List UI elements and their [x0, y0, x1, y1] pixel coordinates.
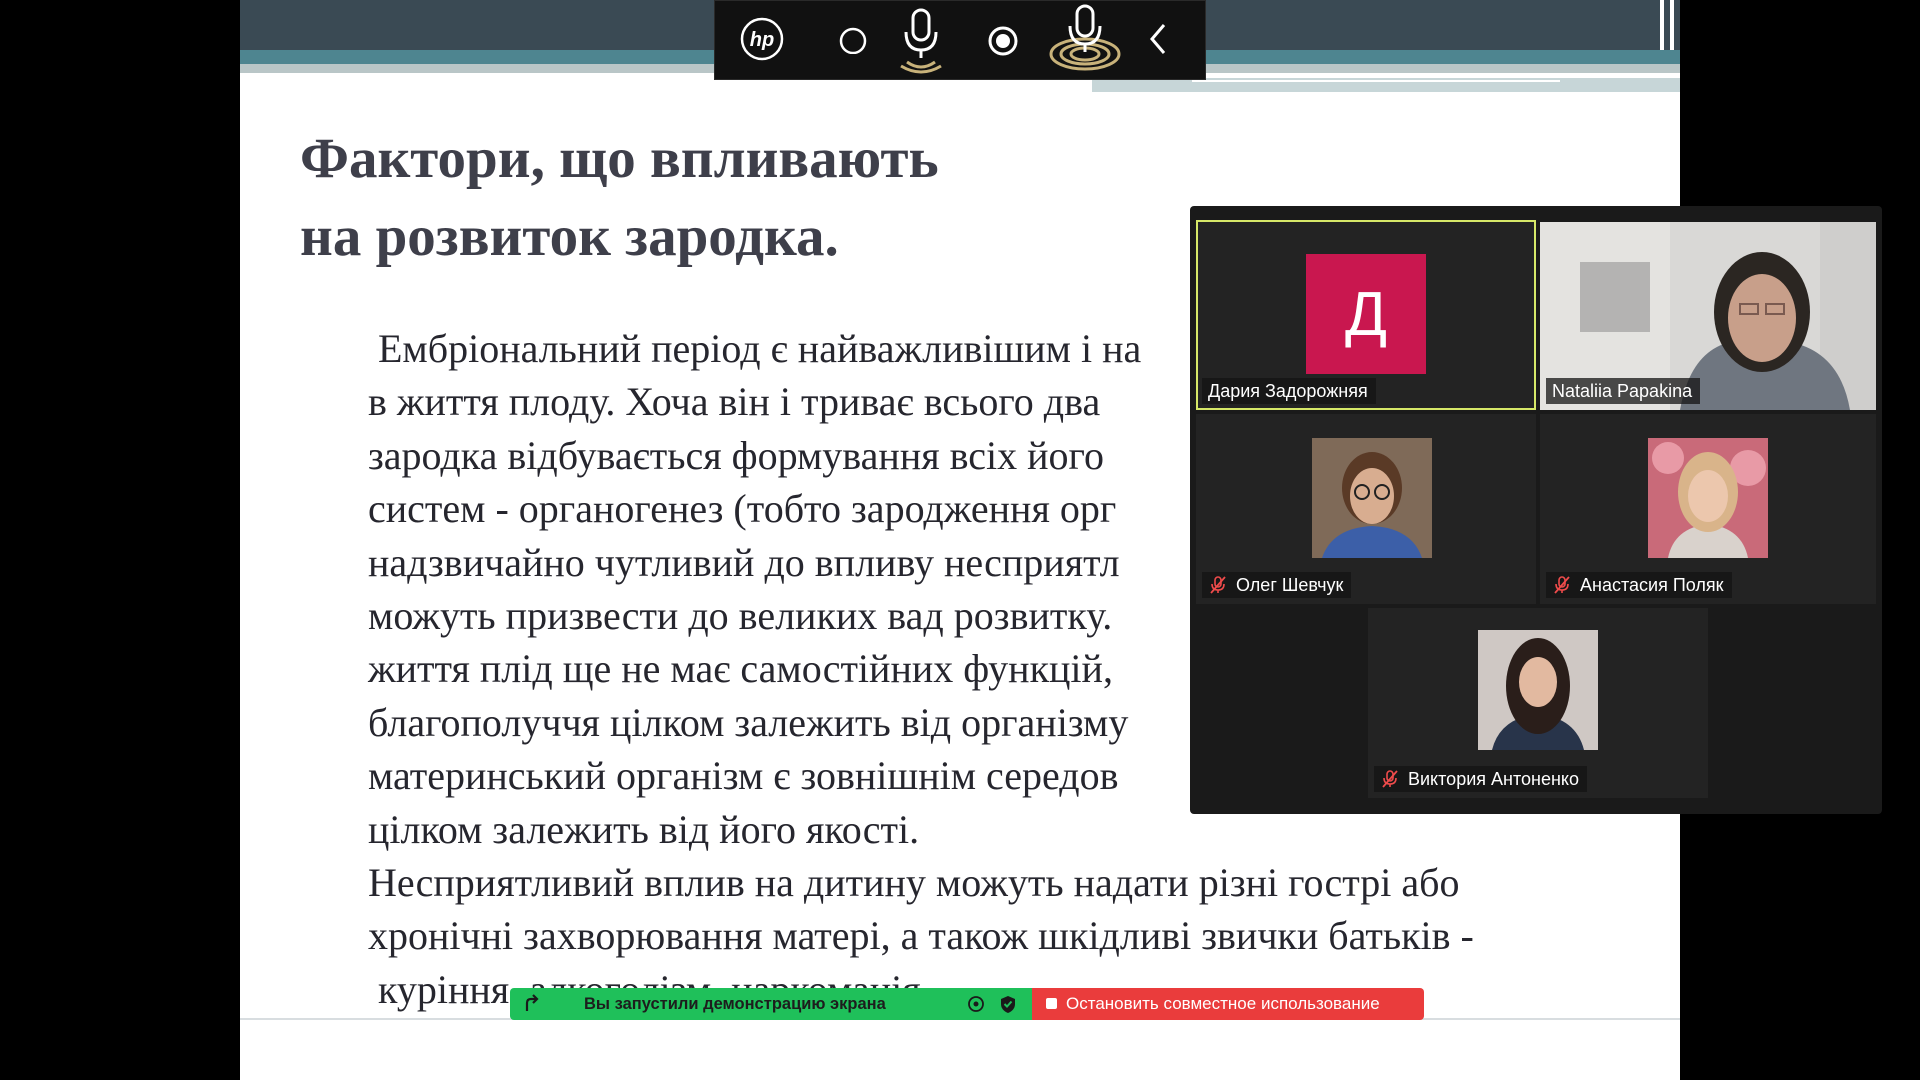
chevron-left-icon[interactable]	[1139, 1, 1179, 77]
participant-tile[interactable]: Д Дария Задорожняя	[1196, 220, 1536, 410]
participant-photo	[1312, 438, 1432, 558]
video-gallery[interactable]: Д Дария Задорожняя Nataliia Papakina Оле…	[1190, 206, 1882, 814]
connection-status-icon[interactable]	[966, 994, 986, 1014]
hp-logo-icon[interactable]: hp	[737, 1, 787, 77]
stop-icon	[1046, 998, 1057, 1009]
muted-microphone-icon	[1554, 576, 1570, 594]
avatar-initial: Д	[1345, 279, 1387, 349]
participant-name: Дария Задорожняя	[1202, 378, 1376, 404]
share-arrow-icon	[525, 994, 539, 1011]
shield-check-icon[interactable]	[998, 994, 1018, 1014]
avatar: Д	[1306, 254, 1426, 374]
participant-name: Nataliia Papakina	[1546, 378, 1701, 404]
screen-share-bar: Вы запустили демонстрацию экрана Останов…	[510, 988, 1424, 1020]
slide-header-accent-line	[1192, 80, 1560, 82]
slide-body-line: Несприятливий вплив на дитину можуть над…	[368, 860, 1460, 906]
participant-tile[interactable]: Виктория Антоненко	[1368, 608, 1708, 798]
slide-header-divider	[1660, 0, 1664, 52]
participant-name-label: Олег Шевчук	[1236, 575, 1344, 595]
muted-microphone-icon	[1210, 576, 1226, 594]
microphone-active-icon[interactable]	[1045, 1, 1125, 77]
participant-tile[interactable]: Nataliia Papakina	[1540, 222, 1876, 410]
slide-header-divider	[1670, 0, 1674, 52]
share-status-panel[interactable]: Вы запустили демонстрацию экрана	[510, 988, 1032, 1020]
participant-tile[interactable]: Анастасия Поляк	[1540, 414, 1876, 604]
presenter-toolbar: hp	[714, 0, 1206, 80]
participant-name: Олег Шевчук	[1202, 572, 1352, 598]
participant-name-label: Nataliia Papakina	[1552, 381, 1693, 401]
participant-tile[interactable]: Олег Шевчук	[1196, 414, 1536, 604]
microphone-icon[interactable]	[891, 1, 951, 77]
stop-sharing-button[interactable]: Остановить совместное использование	[1032, 988, 1424, 1020]
slide-body-line: хронічні захворювання матері, а також шк…	[368, 913, 1474, 959]
circle-icon[interactable]	[833, 1, 873, 77]
participant-photo	[1648, 438, 1768, 558]
record-dot-icon[interactable]	[983, 1, 1023, 77]
participant-name-label: Виктория Антоненко	[1408, 769, 1579, 789]
share-status-text: Вы запустили демонстрацию экрана	[584, 995, 886, 1013]
participant-name: Виктория Антоненко	[1374, 766, 1587, 792]
participant-name-label: Анастасия Поляк	[1580, 575, 1724, 595]
participant-name-label: Дария Задорожняя	[1208, 381, 1368, 401]
participant-photo	[1478, 630, 1598, 750]
participant-name: Анастасия Поляк	[1546, 572, 1732, 598]
svg-text:hp: hp	[750, 29, 774, 51]
slide-title: Фактори, що впливають на розвиток зародк…	[300, 127, 939, 268]
muted-microphone-icon	[1382, 770, 1398, 788]
stop-sharing-label: Остановить совместное использование	[1066, 994, 1380, 1013]
